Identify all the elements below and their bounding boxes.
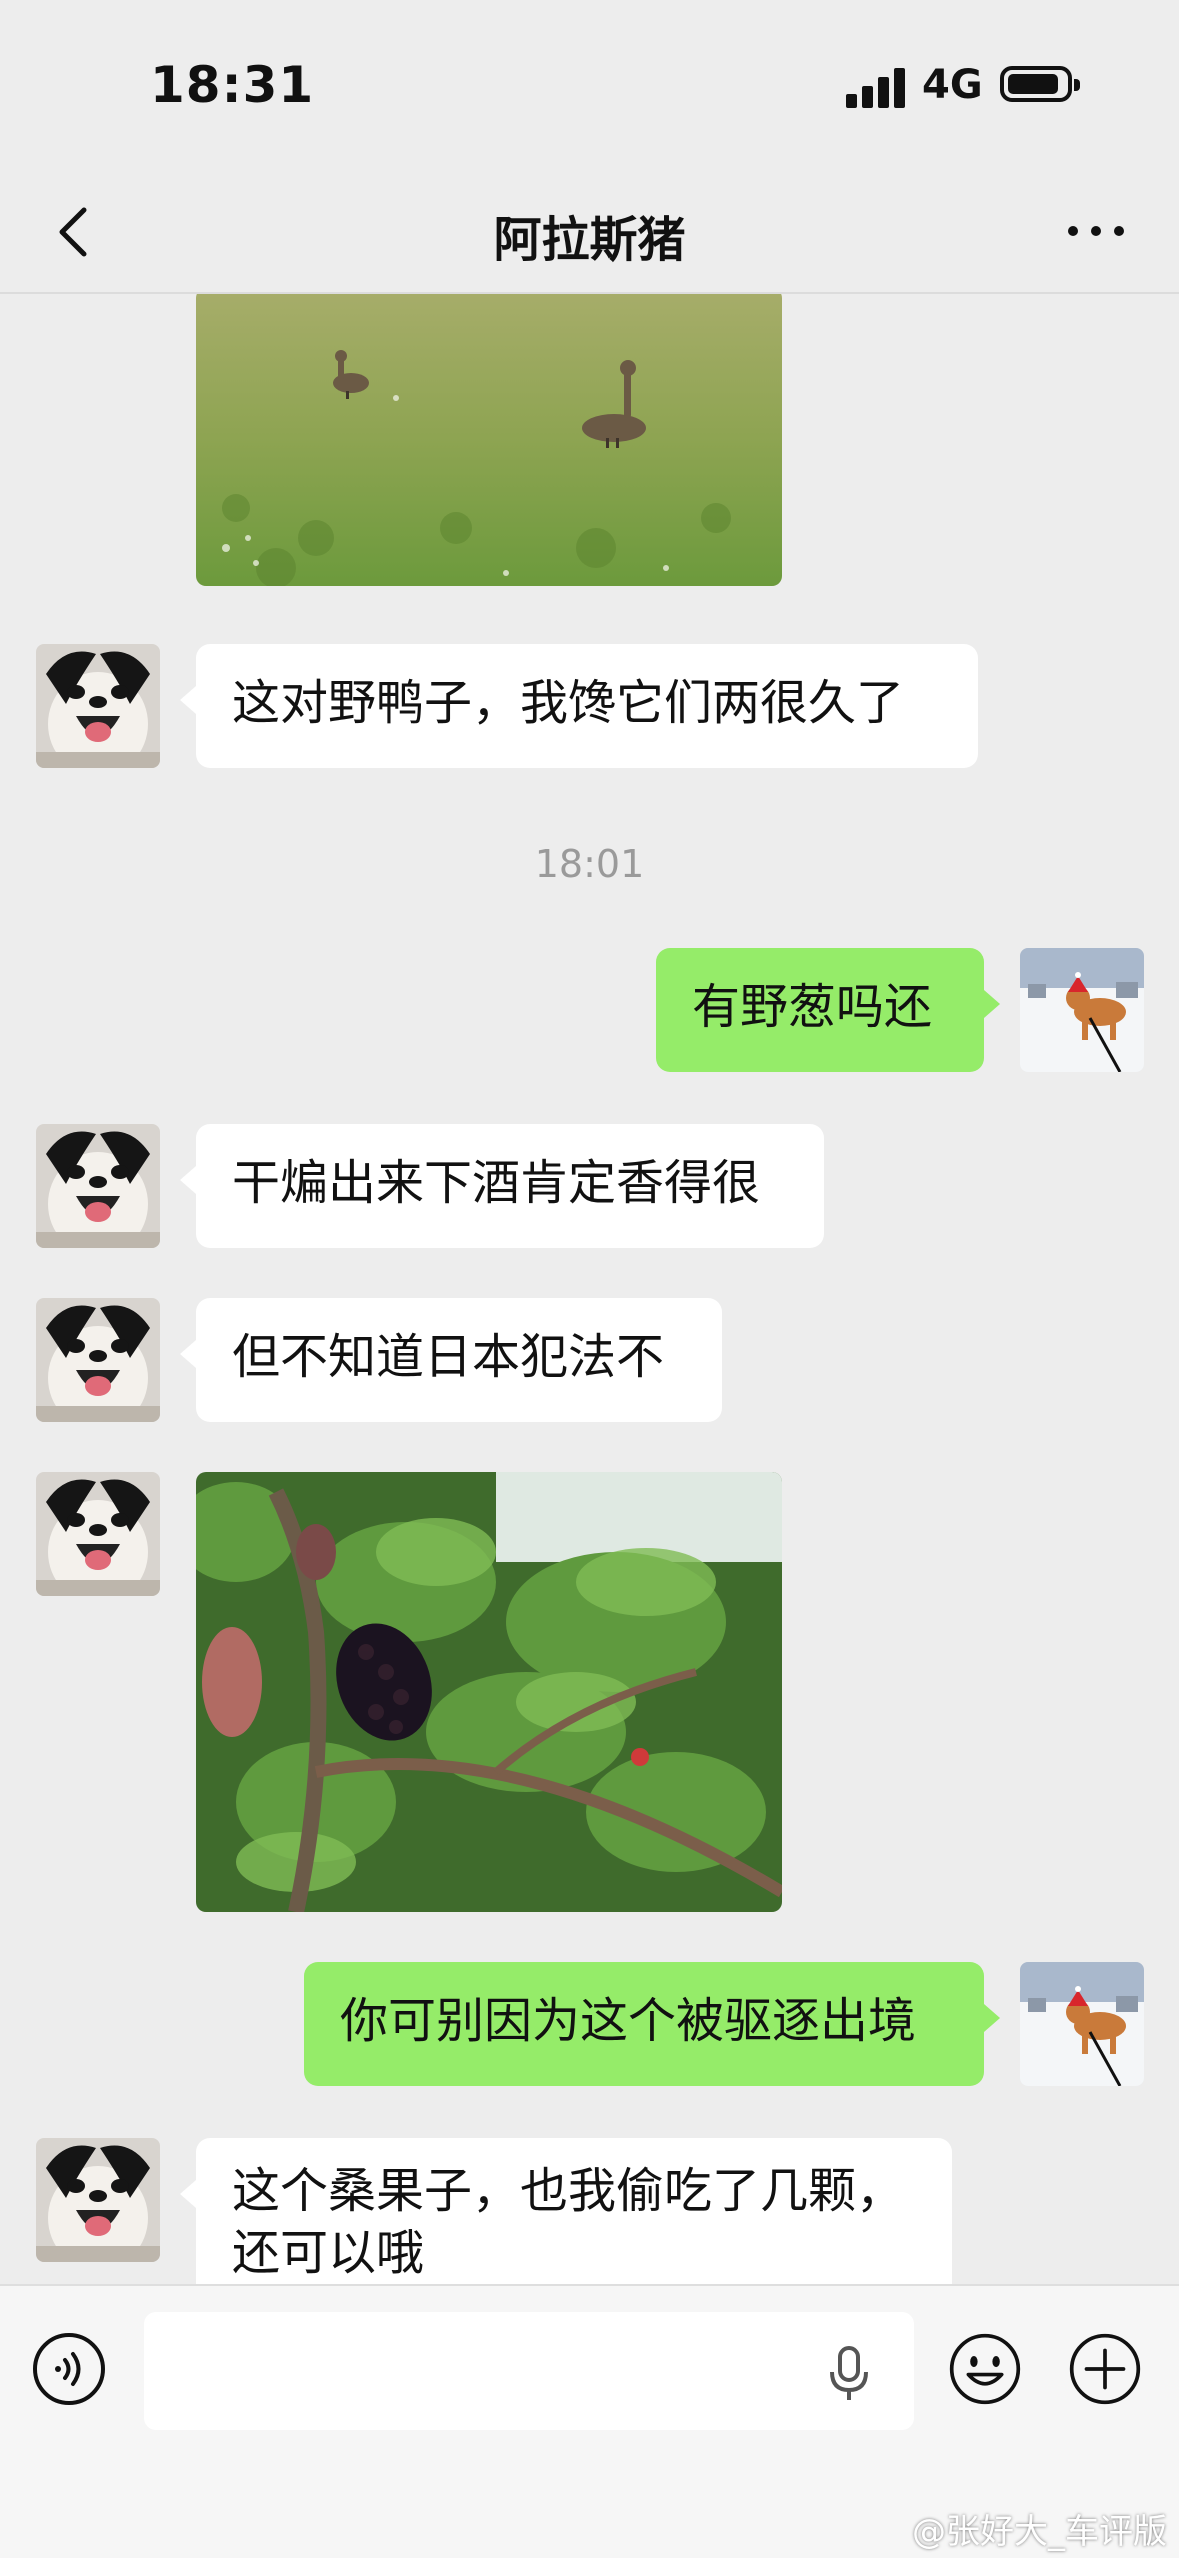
my-avatar[interactable]	[1020, 948, 1144, 1072]
watermark: @张好大_车评版	[912, 2512, 1167, 2552]
message-bubble[interactable]: 这个桑果子，也我偷吃了几颗， 还可以哦	[180, 2138, 952, 2284]
message-bubble[interactable]: 这对野鸭子，我馋它们两很久了	[180, 644, 978, 768]
chat-header: 阿拉斯猪	[0, 170, 1179, 294]
contact-avatar[interactable]	[36, 2138, 160, 2262]
contact-avatar[interactable]	[36, 1124, 160, 1248]
message-text-line: 这个桑果子，也我偷吃了几颗，	[232, 2163, 905, 2219]
network-type: 4G	[922, 62, 983, 108]
status-bar: 18:31 4G	[0, 0, 1179, 170]
mulberry-photo[interactable]	[196, 1472, 782, 1912]
contact-avatar[interactable]	[36, 1298, 160, 1422]
voice-icon[interactable]	[32, 2332, 106, 2406]
message-bubble-outgoing[interactable]: 你可别因为这个被驱逐出境	[304, 1962, 1000, 2086]
contact-avatar[interactable]	[36, 644, 160, 768]
message-timestamp: 18:01	[534, 842, 645, 886]
duck-photo[interactable]	[196, 294, 782, 586]
message-bubble-outgoing[interactable]: 有野葱吗还	[656, 948, 1000, 1072]
message-bubble[interactable]: 干煸出来下酒肯定香得很	[180, 1124, 824, 1248]
status-time: 18:31	[150, 56, 315, 114]
message-text: 这对野鸭子，我馋它们两很久了	[232, 675, 905, 731]
message-text-line: 还可以哦	[232, 2225, 425, 2281]
message-text: 有野葱吗还	[692, 979, 933, 1035]
input-bar: @张好大_车评版	[0, 2284, 1179, 2558]
emoji-icon[interactable]	[948, 2332, 1022, 2406]
chat-title: 阿拉斯猪	[493, 212, 686, 268]
message-text: 但不知道日本犯法不	[232, 1329, 665, 1385]
message-list[interactable]: 这对野鸭子，我馋它们两很久了 18:01 有野葱吗还 干煸出来下酒肯定香得很 但…	[0, 294, 1179, 2284]
battery-icon	[1000, 66, 1080, 102]
my-avatar[interactable]	[1020, 1962, 1144, 2086]
message-input[interactable]	[144, 2312, 914, 2430]
contact-avatar[interactable]	[36, 1472, 160, 1596]
plus-icon[interactable]	[1068, 2332, 1142, 2406]
more-icon[interactable]	[1062, 206, 1132, 256]
message-text: 你可别因为这个被驱逐出境	[340, 1993, 917, 2049]
signal-icon	[846, 66, 906, 108]
message-bubble[interactable]: 但不知道日本犯法不	[180, 1298, 722, 1422]
microphone-icon[interactable]	[824, 2344, 874, 2404]
message-text: 干煸出来下酒肯定香得很	[232, 1155, 761, 1211]
